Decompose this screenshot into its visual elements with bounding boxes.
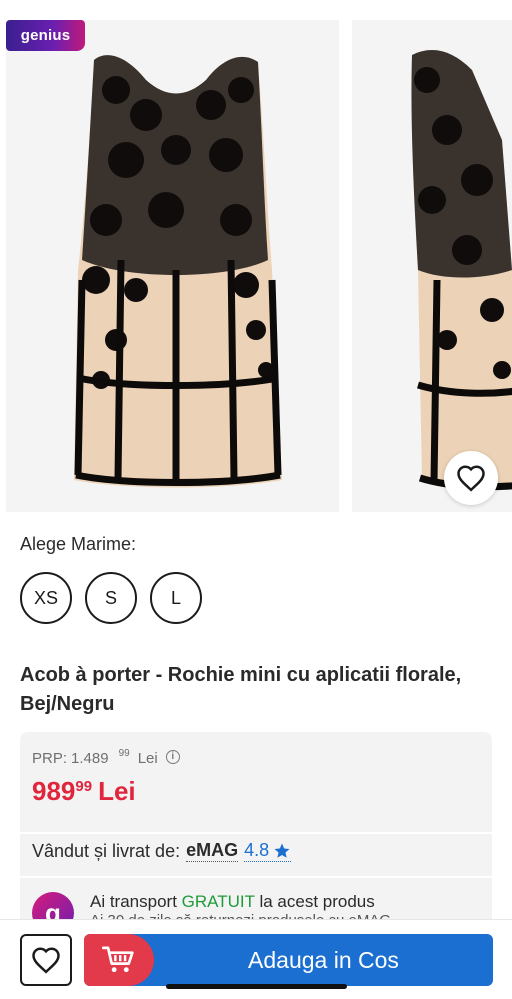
prp-decimals: 99 bbox=[118, 748, 130, 759]
size-option-s[interactable]: S bbox=[85, 572, 137, 624]
current-price: 989 99 Lei bbox=[32, 776, 136, 807]
seller-info: Vândut și livrat de: eMAG 4.8 bbox=[32, 840, 292, 862]
home-indicator bbox=[166, 984, 347, 989]
dress-front-image bbox=[6, 20, 339, 512]
size-option-xs[interactable]: XS bbox=[20, 572, 72, 624]
info-icon[interactable]: i bbox=[165, 750, 180, 764]
favorite-floating-button[interactable] bbox=[444, 451, 498, 505]
size-options: XS S L bbox=[20, 572, 202, 624]
genius-badge: genius bbox=[6, 20, 85, 51]
cart-icon bbox=[102, 946, 134, 973]
transport-text: Ai transport GRATUIT la acest produs bbox=[90, 892, 391, 912]
prp-label: PRP: bbox=[32, 750, 68, 767]
transport-prefix: Ai transport bbox=[90, 892, 177, 911]
heart-icon bbox=[457, 465, 485, 492]
add-to-favorites-button[interactable] bbox=[20, 934, 72, 986]
product-image-main[interactable] bbox=[6, 20, 339, 512]
divider bbox=[20, 876, 492, 878]
seller-name[interactable]: eMAG bbox=[186, 840, 239, 862]
product-image-side[interactable] bbox=[352, 20, 512, 512]
add-to-cart-label: Adauga in Cos bbox=[248, 947, 399, 973]
seller-rating-value: 4.8 bbox=[244, 840, 270, 860]
heart-icon bbox=[32, 947, 60, 974]
seller-rating[interactable]: 4.8 bbox=[244, 840, 292, 862]
star-icon bbox=[274, 843, 290, 858]
price-value: 989 bbox=[32, 776, 76, 806]
divider bbox=[20, 832, 492, 834]
price-card: PRP: 1.489 99 Lei i 989 99 Lei Vândut și… bbox=[20, 732, 492, 932]
seller-label: Vândut și livrat de: bbox=[32, 840, 181, 861]
dress-side-image bbox=[352, 20, 512, 512]
add-to-cart-button[interactable]: Adauga in Cos bbox=[84, 934, 493, 986]
price-currency: Lei bbox=[98, 776, 136, 806]
transport-suffix: la acest produs bbox=[259, 892, 375, 911]
size-selector-label: Alege Marime: bbox=[20, 534, 137, 554]
prp-value: 1.489 bbox=[71, 750, 109, 767]
prp-price: PRP: 1.489 99 Lei i bbox=[32, 748, 180, 767]
transport-free: GRATUIT bbox=[181, 892, 255, 911]
product-image-gallery[interactable] bbox=[6, 20, 512, 512]
prp-currency: Lei bbox=[137, 750, 158, 767]
cart-icon-zone bbox=[84, 934, 154, 986]
size-option-l[interactable]: L bbox=[150, 572, 202, 624]
price-decimals: 99 bbox=[75, 778, 93, 795]
product-title: Acob à porter - Rochie mini cu aplicatii… bbox=[20, 664, 462, 715]
